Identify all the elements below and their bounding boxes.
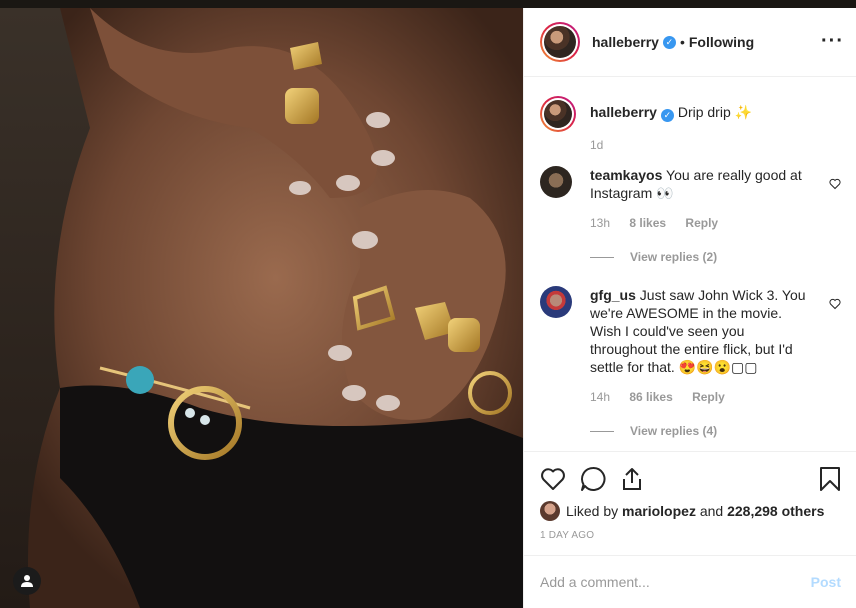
liker-avatar[interactable] [540,501,560,521]
replies-divider [590,256,614,258]
view-replies-button[interactable]: View replies (4) [590,424,841,438]
liker-username[interactable]: mariolopez [622,503,696,519]
caption-body: Drip drip ✨ [677,104,753,120]
commenter-username[interactable]: teamkayos [590,167,662,183]
post-photo[interactable] [0,8,523,608]
user-tag-icon [21,575,33,587]
post-header: halleberry ✓ • Following ··· [524,8,856,77]
separator-dot: • [679,34,685,50]
comment-row: gfg_us Just saw John Wick 3. You we're A… [540,286,841,376]
commenter-username[interactable]: gfg_us [590,287,636,303]
view-replies-button[interactable]: View replies (2) [590,250,841,264]
comment-meta: 13h 8 likes Reply [590,216,841,230]
view-replies-label: View replies (2) [630,250,718,264]
verified-icon: ✓ [662,35,676,49]
comment-time[interactable]: 14h [590,390,610,404]
liked-by-connector: and [699,503,724,519]
bookmark-icon[interactable] [819,466,841,492]
post-comment-button[interactable]: Post [811,574,841,590]
comment-time[interactable]: 13h [590,216,610,230]
likes-others-count[interactable]: 228,298 others [727,503,824,519]
post-timestamp[interactable]: 1 DAY AGO [524,524,856,541]
caption-row: halleberry ✓ Drip drip ✨ [540,96,841,132]
like-comment-heart-icon[interactable] [829,178,841,190]
verified-icon: ✓ [660,109,674,122]
caption-time[interactable]: 1d [590,138,603,152]
comment-row: teamkayos You are really good at Instagr… [540,166,841,202]
user-tag-button[interactable] [13,567,41,595]
action-icons [524,452,856,498]
liked-by-prefix: Liked by [566,503,619,519]
view-replies-label: View replies (4) [630,424,718,438]
instagram-post-view: halleberry ✓ • Following ··· halleberry ✓… [0,0,856,608]
top-strip [0,0,856,8]
comment-likes[interactable]: 86 likes [629,390,672,404]
likes-summary: Liked by mariolopez and 228,298 others [524,498,856,524]
following-button[interactable]: Following [689,34,754,50]
comment-icon[interactable] [580,466,606,492]
commenter-avatar[interactable] [540,286,572,318]
caption-text: halleberry ✓ Drip drip ✨ [590,103,808,132]
comment-text: teamkayos You are really good at Instagr… [590,166,808,202]
comment-text: gfg_us Just saw John Wick 3. You we're A… [590,286,808,376]
caption-username[interactable]: halleberry [590,104,657,120]
commenter-avatar[interactable] [540,166,572,198]
add-comment-bar: Post [524,555,856,608]
post-side-panel: halleberry ✓ • Following ··· halleberry ✓… [523,8,856,608]
reply-button[interactable]: Reply [685,216,718,230]
photo-illustration [0,8,523,608]
comment-meta: 14h 86 likes Reply [590,390,841,404]
comments-list[interactable]: halleberry ✓ Drip drip ✨ 1d teamkayos You… [524,78,856,450]
comment-likes[interactable]: 8 likes [629,216,666,230]
heart-icon[interactable] [540,467,566,491]
author-avatar[interactable] [540,22,580,62]
replies-divider [590,430,614,432]
caption-meta: 1d [590,138,841,152]
author-username[interactable]: halleberry [592,34,659,50]
more-icon[interactable]: ··· [821,30,844,53]
caption-avatar[interactable] [540,96,576,132]
comment-input[interactable] [540,574,811,590]
reply-button[interactable]: Reply [692,390,725,404]
share-icon[interactable] [620,466,644,492]
like-comment-heart-icon[interactable] [829,298,841,310]
